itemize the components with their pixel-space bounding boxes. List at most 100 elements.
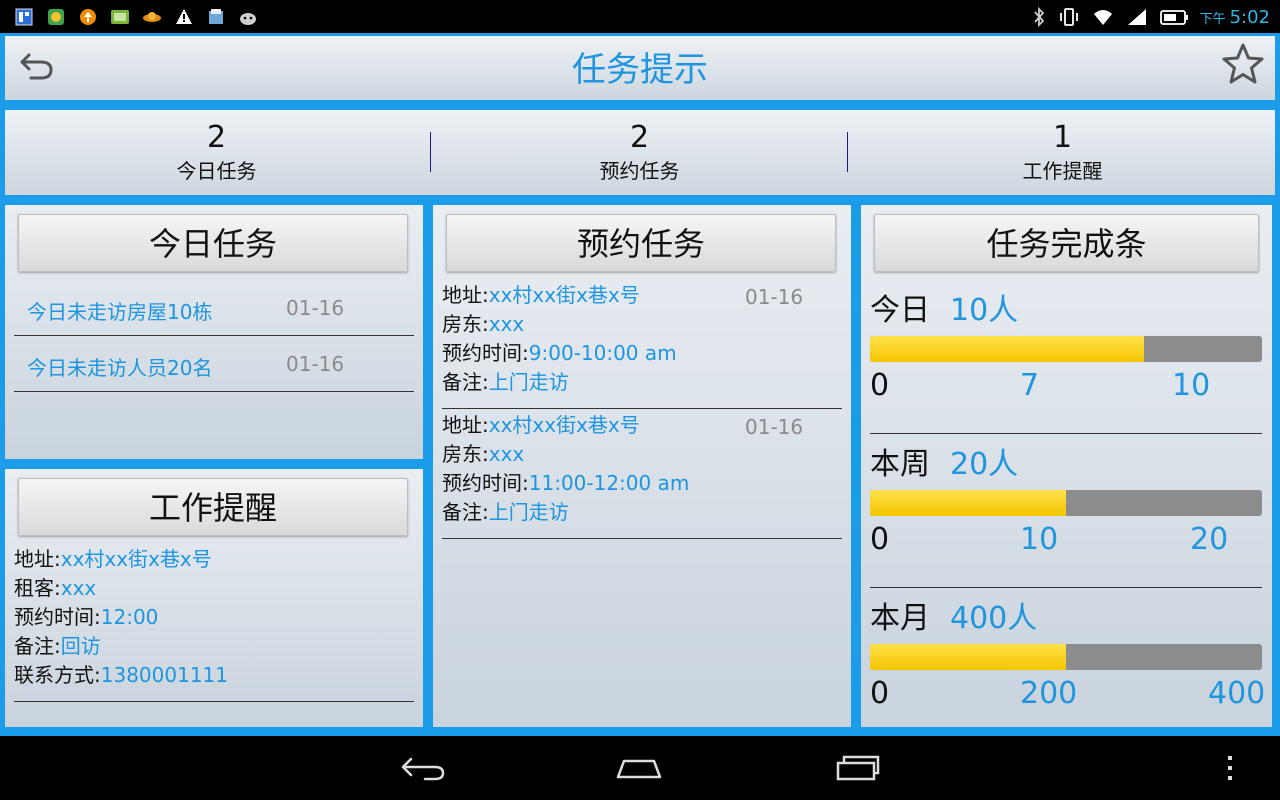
- appointment-field-landlord: 房东:xxx: [442, 440, 524, 469]
- progress-mid: 7: [1020, 368, 1040, 403]
- progress-header[interactable]: 任务完成条: [874, 214, 1259, 272]
- field-label: 备注:: [442, 370, 489, 394]
- system-status: 下午 5:02: [1020, 4, 1270, 30]
- progress-bar-today: [870, 336, 1262, 362]
- progress-bar-month: [870, 644, 1262, 670]
- time-prefix: 下午: [1199, 11, 1226, 27]
- divider: [14, 335, 414, 336]
- vibrate-icon: [1058, 7, 1080, 27]
- appointment-date: 01-16: [745, 415, 804, 439]
- upload-icon: [78, 7, 98, 27]
- progress-min: 0: [870, 676, 890, 711]
- divider: [442, 538, 842, 539]
- progress-fill: [870, 644, 1066, 670]
- progress-max: 10: [1172, 368, 1211, 403]
- list-item-text[interactable]: 今日未走访人员20名: [27, 352, 212, 381]
- summary-label: 预约任务: [599, 159, 680, 183]
- summary-today-tasks[interactable]: 2 今日任务: [5, 110, 428, 195]
- divider: [870, 433, 1262, 434]
- appointment-field-landlord: 房东:xxx: [442, 310, 524, 339]
- appointment-field-time: 预约时间:11:00-12:00 am: [442, 469, 689, 498]
- summary-work-reminder[interactable]: 1 工作提醒: [851, 110, 1274, 195]
- field-value: xxx: [488, 442, 525, 466]
- field-value[interactable]: 1380001111: [101, 663, 228, 687]
- field-value: 9:00-10:00 am: [528, 341, 677, 365]
- work-reminder-header[interactable]: 工作提醒: [18, 478, 408, 536]
- list-item-date: 01-16: [286, 352, 345, 376]
- field-value: 上门走访: [488, 500, 569, 524]
- summary-count: 1: [1052, 120, 1073, 155]
- divider: [14, 701, 414, 702]
- divider: [14, 391, 414, 392]
- field-value: 上门走访: [488, 370, 569, 394]
- reminder-field-contact: 联系方式:1380001111: [14, 661, 228, 690]
- app-icon: [110, 7, 130, 27]
- field-value: xx村xx街x巷x号: [60, 547, 212, 571]
- progress-value-month: 400人: [950, 601, 1038, 636]
- gallery-icon: [14, 7, 34, 27]
- appointment-field-address: 地址:xx村xx街x巷x号: [442, 281, 640, 310]
- field-label: 预约时间:: [442, 341, 529, 365]
- appointment-field-note: 备注:上门走访: [442, 368, 569, 397]
- progress-fill: [870, 490, 1066, 516]
- progress-fill: [870, 336, 1145, 362]
- reminder-field-tenant: 租客:xxx: [14, 574, 96, 603]
- overflow-menu-button[interactable]: [1215, 750, 1245, 786]
- progress-min: 0: [870, 522, 890, 557]
- nav-home-button[interactable]: [609, 750, 669, 786]
- notification-icons: [14, 6, 270, 28]
- field-value: 12:00: [100, 605, 159, 629]
- field-value: xxx: [60, 576, 97, 600]
- nav-back-button[interactable]: [393, 750, 453, 786]
- appointment-field-address: 地址:xx村xx街x巷x号: [442, 411, 640, 440]
- field-label: 房东:: [442, 442, 489, 466]
- recent-apps-icon: [836, 755, 880, 781]
- progress-max: 20: [1190, 522, 1229, 557]
- progress-value-today: 10人: [950, 293, 1019, 328]
- field-label: 备注:: [14, 634, 61, 658]
- summary-label: 今日任务: [176, 159, 257, 183]
- today-tasks-header[interactable]: 今日任务: [18, 214, 408, 272]
- reminder-field-note: 备注:回访: [14, 632, 101, 661]
- title-bar: 任务提示: [5, 36, 1275, 100]
- favorite-button[interactable]: [1221, 42, 1265, 86]
- summary-appointment-tasks[interactable]: 2 预约任务: [428, 110, 851, 195]
- progress-max: 400: [1208, 676, 1266, 711]
- progress-bar-week: [870, 490, 1262, 516]
- list-item-date: 01-16: [286, 296, 345, 320]
- field-value: xx村xx街x巷x号: [488, 413, 640, 437]
- summary-label: 工作提醒: [1022, 159, 1103, 183]
- android-icon: [238, 7, 258, 27]
- field-label: 预约时间:: [14, 605, 101, 629]
- divider: [442, 408, 842, 409]
- progress-label-week: 本周: [870, 447, 930, 482]
- status-bar: 下午 5:02: [0, 0, 1280, 33]
- field-label: 租客:: [14, 576, 61, 600]
- field-label: 地址:: [442, 283, 489, 307]
- nav-recent-apps-button[interactable]: [827, 750, 887, 786]
- appointment-field-note: 备注:上门走访: [442, 498, 569, 527]
- reminder-field-time: 预约时间:12:00: [14, 603, 158, 632]
- appointment-date: 01-16: [745, 285, 804, 309]
- today-tasks-panel: 今日任务 今日未走访房屋10栋 01-16 今日未走访人员20名 01-16: [5, 205, 423, 459]
- progress-min: 0: [870, 368, 890, 403]
- list-item-text[interactable]: 今日未走访房屋10栋: [27, 296, 212, 325]
- weather-icon: [142, 7, 162, 27]
- field-label: 联系方式:: [14, 663, 101, 687]
- appointments-header[interactable]: 预约任务: [446, 214, 836, 272]
- field-label: 备注:: [442, 500, 489, 524]
- progress-mid: 200: [1020, 676, 1078, 711]
- bluetooth-icon: [1032, 7, 1046, 27]
- field-label: 预约时间:: [442, 471, 529, 495]
- summary-count: 2: [629, 120, 650, 155]
- star-icon: [1222, 43, 1264, 84]
- clock: 下午 5:02: [1200, 7, 1270, 28]
- divider: [847, 132, 848, 172]
- summary-count: 2: [206, 120, 227, 155]
- divider: [870, 587, 1262, 588]
- progress-value-week: 20人: [950, 447, 1019, 482]
- progress-mid: 10: [1020, 522, 1059, 557]
- progress-panel: 任务完成条 今日 10人 0 7 10 本周 20人 0 10 20 本月 40…: [861, 205, 1272, 727]
- battery-icon: [1159, 7, 1190, 27]
- time-value: 5:02: [1229, 6, 1270, 28]
